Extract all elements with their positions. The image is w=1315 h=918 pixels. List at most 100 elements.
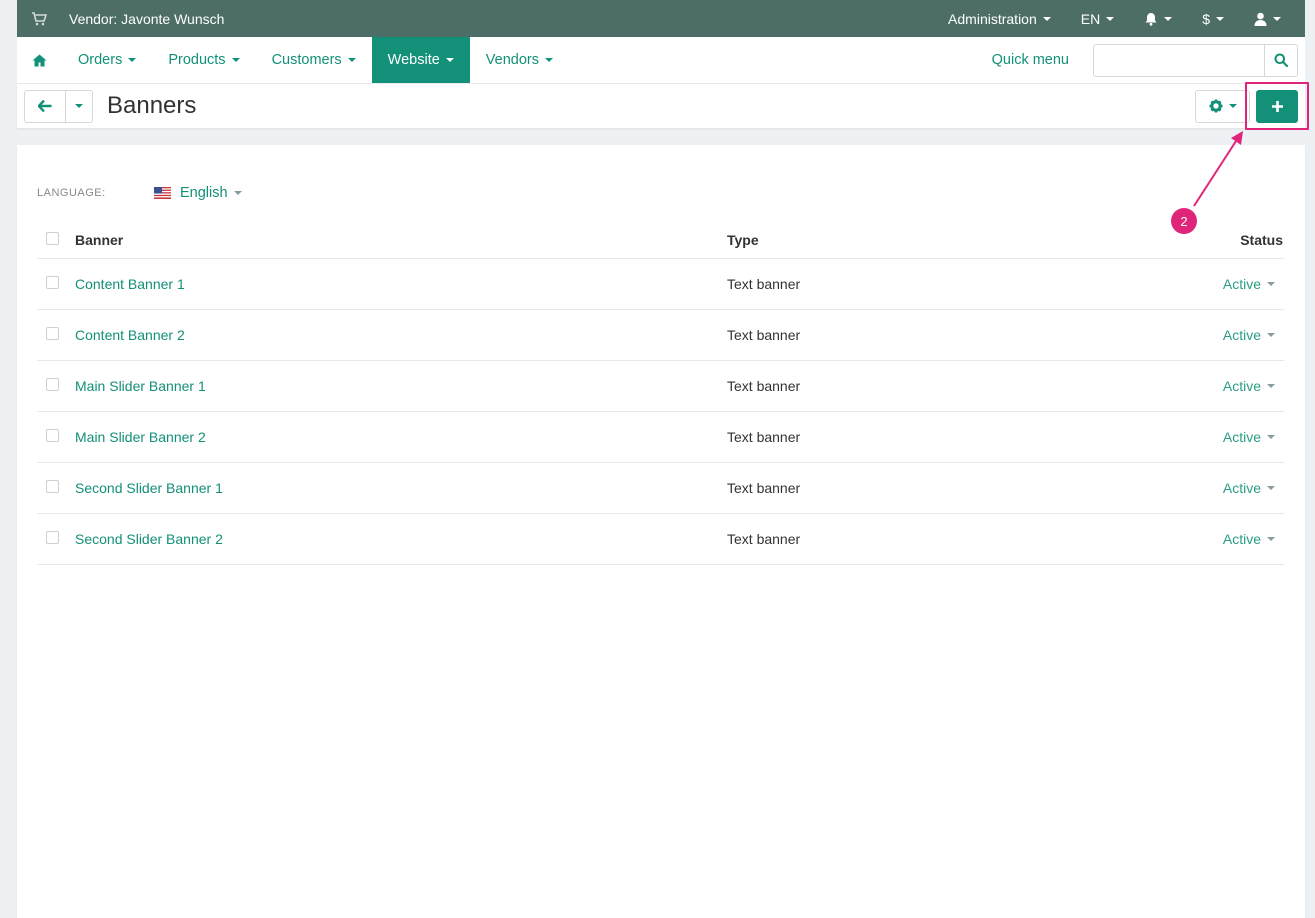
language-selector-row: LANGUAGE: English [37, 185, 242, 201]
table-row: Main Slider Banner 1 Text banner Active [37, 360, 1284, 412]
banner-name-cell: Content Banner 2 [75, 309, 727, 361]
banner-name-link[interactable]: Second Slider Banner 1 [75, 480, 223, 496]
nav-vendors[interactable]: Vendors [470, 37, 569, 83]
chevron-down-icon [445, 58, 454, 62]
row-checkbox-cell [37, 309, 75, 361]
main-nav: Orders Products Customers Website Vendor… [17, 37, 1305, 84]
nav-vendors-label: Vendors [485, 52, 540, 68]
row-checkbox[interactable] [46, 275, 59, 289]
top-bar: Vendor: Javonte Wunsch Administration EN… [17, 0, 1305, 37]
add-banner-button[interactable] [1256, 89, 1298, 123]
banner-type: Text banner [727, 258, 1031, 310]
home-icon [32, 54, 47, 66]
nav-customers[interactable]: Customers [256, 37, 372, 83]
chevron-down-icon [231, 58, 240, 62]
column-header-status[interactable]: Status [1030, 223, 1284, 259]
chevron-down-icon [1267, 434, 1275, 439]
bell-icon [1145, 12, 1157, 26]
row-checkbox[interactable] [46, 377, 59, 391]
chevron-down-icon [75, 104, 83, 108]
back-button[interactable] [24, 89, 66, 123]
language-label: LANGUAGE: [37, 187, 106, 199]
status-value: Active [1222, 377, 1261, 394]
select-all-cell [37, 223, 75, 259]
status-value: Active [1222, 530, 1261, 547]
search-input[interactable] [1093, 43, 1264, 77]
table-row: Main Slider Banner 2 Text banner Active [37, 411, 1284, 463]
select-all-checkbox[interactable] [46, 232, 59, 246]
column-header-banner[interactable]: Banner [75, 223, 727, 259]
status-dropdown[interactable]: Active [1223, 327, 1275, 343]
language-value: English [180, 185, 228, 201]
nav-orders-label: Orders [78, 52, 123, 68]
chevron-down-icon [1267, 332, 1275, 337]
row-checkbox[interactable] [46, 326, 59, 340]
row-checkbox[interactable] [46, 479, 59, 493]
chevron-down-icon [1267, 383, 1275, 388]
chevron-down-icon [1267, 536, 1275, 541]
banner-type: Text banner [727, 309, 1031, 361]
user-icon [1254, 12, 1267, 26]
plus-icon [1271, 100, 1283, 112]
nav-customers-label: Customers [271, 52, 342, 68]
row-checkbox[interactable] [46, 428, 59, 442]
currency-menu[interactable]: $ [1202, 11, 1224, 27]
cart-icon[interactable] [31, 11, 47, 27]
banner-name-link[interactable]: Main Slider Banner 2 [75, 429, 206, 445]
title-bar: Banners [17, 84, 1305, 128]
search-button[interactable] [1264, 43, 1298, 77]
status-cell: Active [1030, 513, 1284, 565]
chevron-down-icon [1228, 104, 1237, 108]
banner-type: Text banner [727, 411, 1031, 463]
gear-icon [1209, 99, 1222, 113]
user-menu[interactable] [1254, 12, 1281, 26]
settings-button[interactable] [1195, 89, 1250, 123]
table-row: Content Banner 1 Text banner Active [37, 258, 1284, 310]
quick-menu-link[interactable]: Quick menu [992, 37, 1069, 83]
row-checkbox-cell [37, 360, 75, 412]
table-row: Content Banner 2 Text banner Active [37, 309, 1284, 361]
chevron-down-icon [1164, 16, 1173, 21]
status-dropdown[interactable]: Active [1223, 531, 1275, 547]
nav-orders[interactable]: Orders [62, 37, 152, 83]
banners-table: Banner Type Status Content Banner 1 Text… [37, 223, 1284, 565]
banner-name-link[interactable]: Content Banner 1 [75, 276, 185, 292]
column-header-type[interactable]: Type [727, 223, 1031, 259]
banner-type: Text banner [727, 462, 1031, 514]
row-checkbox-cell [37, 462, 75, 514]
status-dropdown[interactable]: Active [1223, 480, 1275, 496]
chevron-down-icon [545, 58, 554, 62]
notifications-menu[interactable] [1144, 12, 1173, 26]
status-cell: Active [1030, 360, 1284, 412]
nav-website-label: Website [387, 52, 440, 68]
banner-name-link[interactable]: Second Slider Banner 2 [75, 531, 223, 547]
status-dropdown[interactable]: Active [1223, 276, 1275, 292]
status-cell: Active [1030, 411, 1284, 463]
app-shell: Vendor: Javonte Wunsch Administration EN… [17, 0, 1305, 128]
nav-products[interactable]: Products [152, 37, 255, 83]
home-button[interactable] [17, 37, 62, 83]
status-dropdown[interactable]: Active [1223, 429, 1275, 445]
content-panel: LANGUAGE: English Banner Type Status Con… [17, 145, 1305, 918]
language-dropdown[interactable]: English [180, 185, 242, 201]
banner-name-link[interactable]: Main Slider Banner 1 [75, 378, 206, 394]
chevron-down-icon [1042, 16, 1051, 21]
search-icon [1274, 53, 1288, 67]
chevron-down-icon [1106, 16, 1115, 21]
nav-website[interactable]: Website [371, 37, 470, 83]
administration-menu[interactable]: Administration [948, 11, 1051, 27]
status-cell: Active [1030, 258, 1284, 310]
row-checkbox[interactable] [46, 530, 59, 544]
status-cell: Active [1030, 309, 1284, 361]
back-button-group [24, 89, 93, 123]
status-value: Active [1222, 275, 1261, 292]
chevron-down-icon [347, 58, 356, 62]
back-dropdown-button[interactable] [66, 89, 93, 123]
language-menu[interactable]: EN [1081, 11, 1115, 27]
banner-name-cell: Second Slider Banner 1 [75, 462, 727, 514]
banner-name-cell: Content Banner 1 [75, 258, 727, 310]
status-dropdown[interactable]: Active [1223, 378, 1275, 394]
step-badge: 2 [1171, 208, 1197, 234]
banner-name-link[interactable]: Content Banner 2 [75, 327, 185, 343]
status-value: Active [1222, 479, 1261, 496]
